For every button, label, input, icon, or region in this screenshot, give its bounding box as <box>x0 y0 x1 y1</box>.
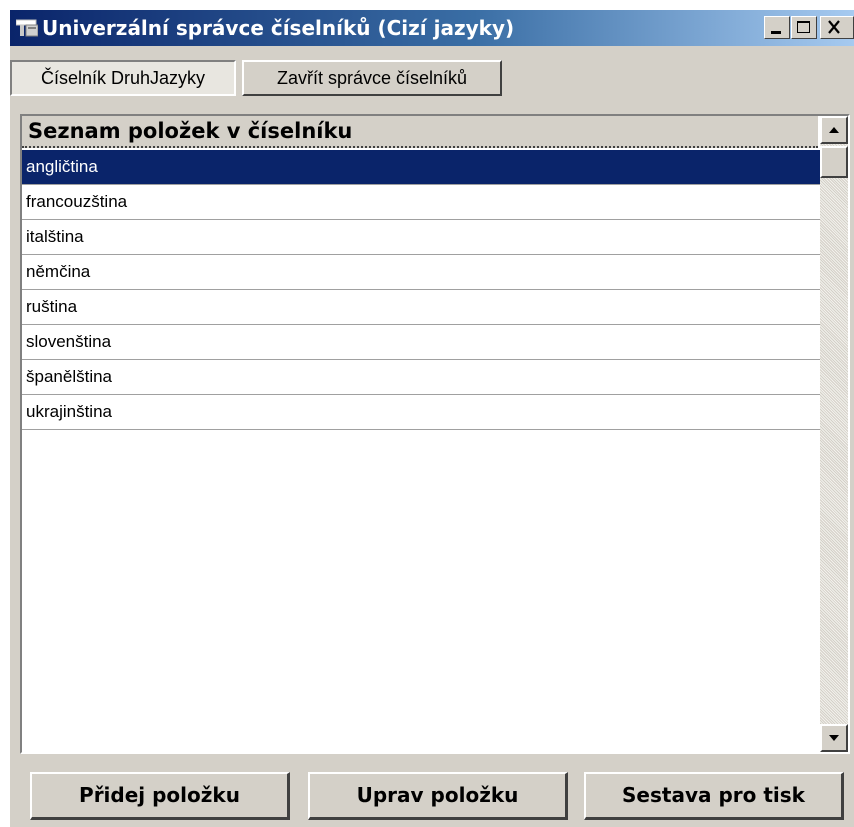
list-item[interactable]: ruština <box>22 290 820 325</box>
list-item[interactable]: ukrajinština <box>22 395 820 430</box>
maximize-icon <box>797 21 810 33</box>
list-rows: angličtina francouzština italština němči… <box>22 150 820 430</box>
scroll-up-button[interactable] <box>820 116 848 144</box>
close-manager-button[interactable]: Zavřít správce číselníků <box>242 60 502 96</box>
vertical-scrollbar[interactable] <box>820 116 848 752</box>
list-item[interactable]: francouzština <box>22 185 820 220</box>
title-bar[interactable]: Univerzální správce číselníků (Cizí jazy… <box>10 10 854 46</box>
list-item[interactable]: slovenština <box>22 325 820 360</box>
list-header: Seznam položek v číselníku <box>22 116 818 148</box>
list-item[interactable]: španělština <box>22 360 820 395</box>
list-item[interactable]: angličtina <box>22 150 820 185</box>
app-window: Univerzální správce číselníků (Cizí jazy… <box>10 10 854 827</box>
minimize-icon <box>771 31 781 34</box>
scroll-thumb[interactable] <box>820 146 848 178</box>
list-item[interactable]: němčina <box>22 255 820 290</box>
tab-ciselnik-druhjazyky[interactable]: Číselník DruhJazyky <box>10 60 236 96</box>
print-report-button[interactable]: Sestava pro tisk <box>584 772 844 820</box>
close-button[interactable] <box>820 16 854 39</box>
arrow-up-icon <box>829 127 839 133</box>
list-item[interactable]: italština <box>22 220 820 255</box>
items-listbox[interactable]: Seznam položek v číselníku angličtina fr… <box>20 114 850 754</box>
window-title: Univerzální správce číselníků (Cizí jazy… <box>42 16 515 40</box>
arrow-down-icon <box>829 735 839 741</box>
window-app-icon <box>16 19 38 37</box>
edit-item-button[interactable]: Uprav položku <box>308 772 568 820</box>
maximize-button[interactable] <box>791 16 817 39</box>
minimize-button[interactable] <box>764 16 790 39</box>
scroll-down-button[interactable] <box>820 724 848 752</box>
add-item-button[interactable]: Přidej položku <box>30 772 290 820</box>
close-icon <box>828 20 840 34</box>
